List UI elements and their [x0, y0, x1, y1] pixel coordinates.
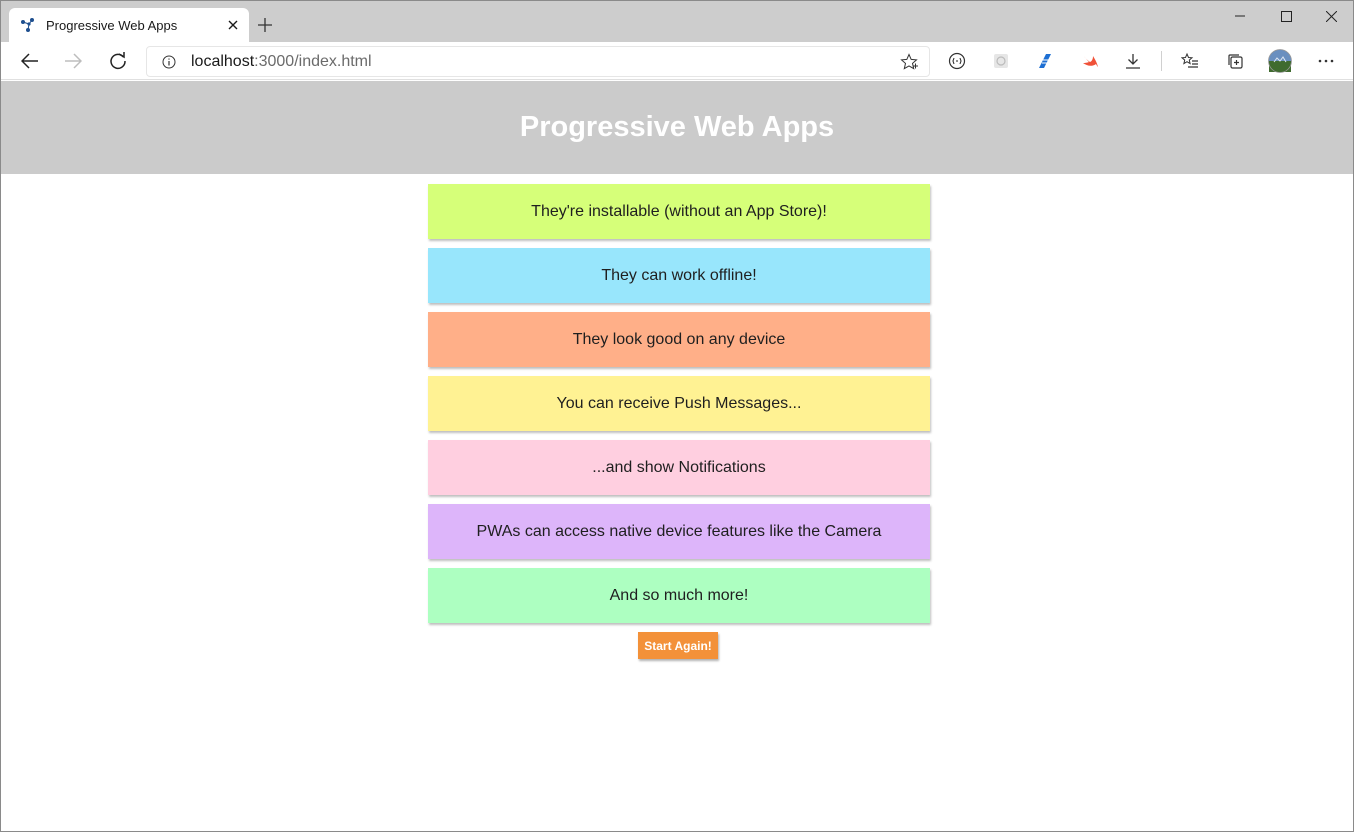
downloads-icon[interactable]	[1118, 47, 1148, 75]
back-button[interactable]	[15, 47, 45, 75]
toolbar-divider	[1161, 51, 1162, 71]
feature-card: They look good on any device	[428, 312, 930, 367]
extension-gray-icon[interactable]	[986, 47, 1016, 75]
profile-avatar[interactable]	[1265, 47, 1295, 75]
feature-card: ...and show Notifications	[428, 440, 930, 495]
pwa-favicon-icon	[20, 17, 36, 33]
extension-blue-icon[interactable]	[1030, 47, 1060, 75]
tab-close-icon[interactable]	[225, 17, 241, 33]
address-bar[interactable]: localhost:3000/index.html	[146, 46, 930, 77]
favorite-star-icon[interactable]	[899, 52, 919, 72]
url-path: :3000/index.html	[254, 52, 372, 70]
page-content: Progressive Web Apps They're installable…	[1, 81, 1353, 831]
url-host: localhost	[191, 52, 255, 70]
tab-title: Progressive Web Apps	[46, 17, 178, 33]
feature-card: They're installable (without an App Stor…	[428, 184, 930, 239]
info-icon[interactable]	[161, 54, 177, 70]
minimize-button[interactable]	[1217, 5, 1263, 27]
reader-view-icon[interactable]	[942, 47, 972, 75]
tab-strip: Progressive Web Apps	[1, 1, 1353, 42]
refresh-button[interactable]	[103, 47, 133, 75]
feature-card: PWAs can access native device features l…	[428, 504, 930, 559]
more-menu-icon[interactable]	[1311, 47, 1341, 75]
browser-toolbar: localhost:3000/index.html	[1, 42, 1353, 80]
start-again-button[interactable]: Start Again!	[638, 632, 718, 659]
page-title: Progressive Web Apps	[519, 111, 835, 143]
browser-window: Progressive Web Apps localhost:3000/inde…	[0, 0, 1354, 832]
feature-card: And so much more!	[428, 568, 930, 623]
feature-card: They can work offline!	[428, 248, 930, 303]
feature-cards: They're installable (without an App Stor…	[428, 184, 930, 632]
url-text: localhost:3000/index.html	[191, 53, 899, 71]
swift-icon[interactable]	[1075, 47, 1105, 75]
maximize-button[interactable]	[1263, 5, 1309, 27]
close-window-button[interactable]	[1308, 5, 1354, 27]
new-tab-button[interactable]	[255, 15, 275, 35]
browser-tab[interactable]: Progressive Web Apps	[9, 8, 249, 42]
feature-card: You can receive Push Messages...	[428, 376, 930, 431]
page-header: Progressive Web Apps	[1, 81, 1353, 174]
forward-button[interactable]	[58, 47, 88, 75]
collections-icon[interactable]	[1220, 47, 1250, 75]
favorites-icon[interactable]	[1175, 47, 1205, 75]
